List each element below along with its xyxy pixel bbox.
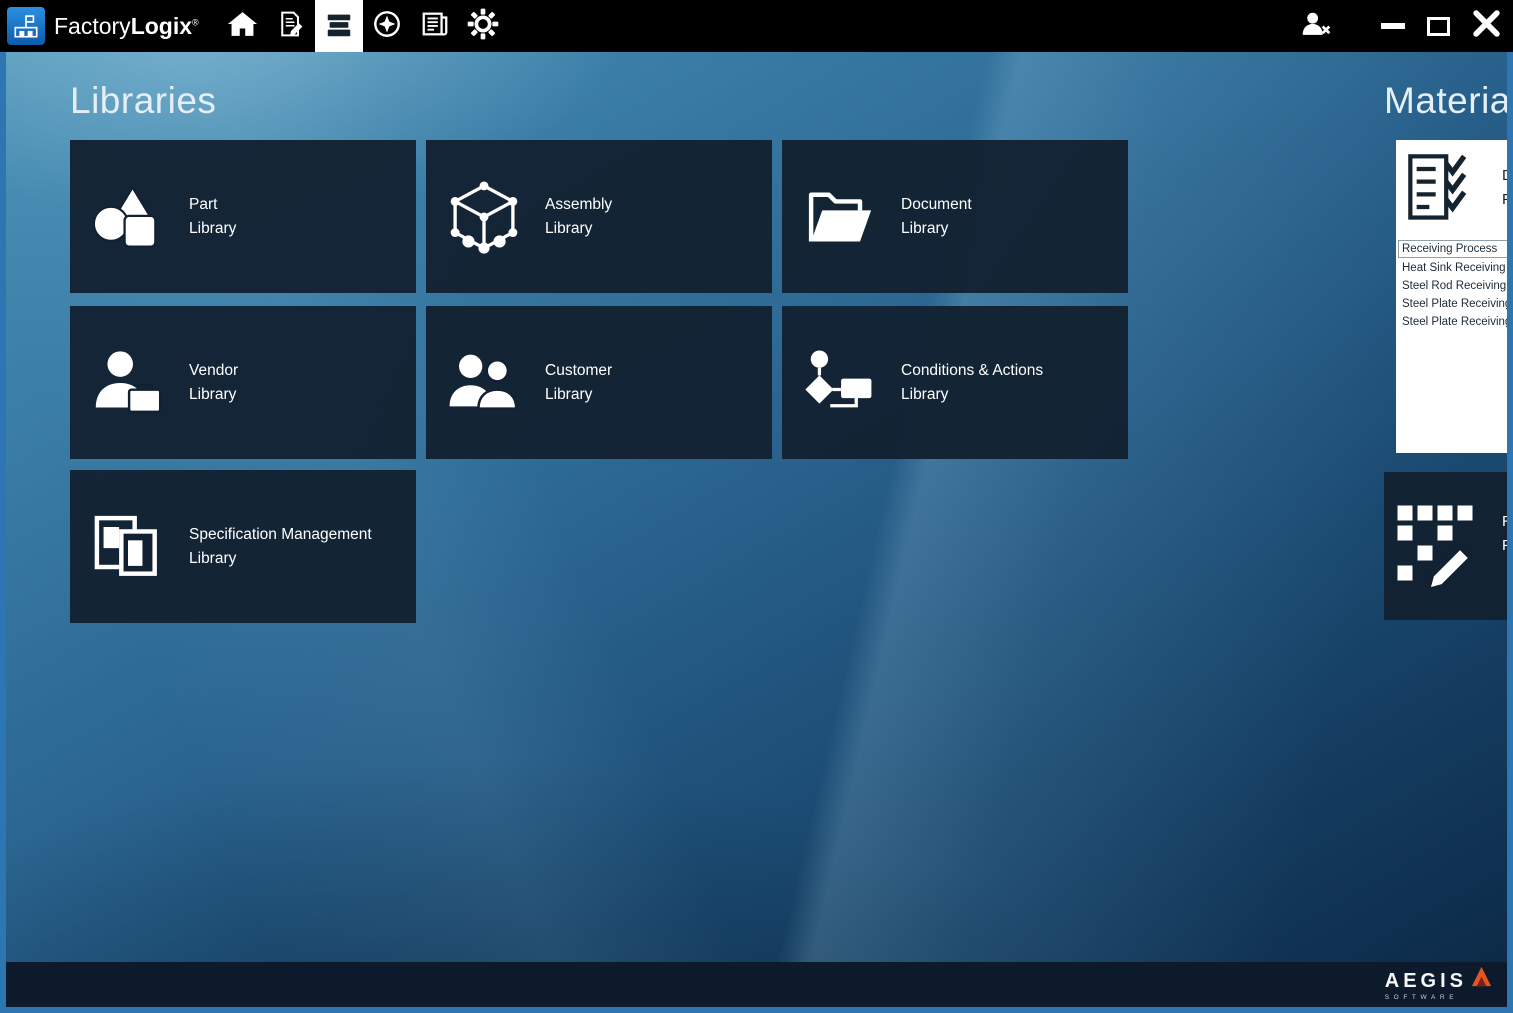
content-area: Libraries Materia Part Library	[0, 52, 1513, 1013]
flowchart-icon	[796, 339, 884, 427]
list-item[interactable]: Steel Plate Receiving	[1398, 294, 1512, 312]
window-controls	[1301, 0, 1501, 52]
tile-label: Vendor Library	[189, 359, 238, 407]
tile-part-library[interactable]: Part Library	[70, 140, 416, 293]
tile-vendor-library[interactable]: Vendor Library	[70, 306, 416, 459]
receiving-tile-header: D P	[1396, 140, 1513, 240]
customers-people-icon	[440, 339, 528, 427]
newspaper-icon	[420, 9, 450, 44]
aegis-logo: AEGIS SOFTWARE	[1385, 965, 1493, 1001]
schedule-tile-label: R P	[1502, 510, 1513, 558]
list-item[interactable]: Steel Rod Receiving	[1398, 276, 1512, 294]
list-item[interactable]: Steel Plate Receiving	[1398, 312, 1512, 330]
receiving-schedule-tile[interactable]: R P	[1384, 472, 1513, 620]
footer-bar: AEGIS SOFTWARE	[6, 962, 1507, 1007]
process-list-header[interactable]: Receiving Process	[1398, 240, 1512, 258]
tile-specification-management-library[interactable]: Specification Management Library	[70, 470, 416, 623]
vendor-person-icon	[84, 339, 172, 427]
logoff-user-icon	[1301, 10, 1331, 43]
tile-label: Specification Management Library	[189, 523, 372, 571]
minimize-icon	[1381, 23, 1405, 29]
tile-conditions-actions-library[interactable]: Conditions & Actions Library	[782, 306, 1128, 459]
nav-settings-button[interactable]	[459, 0, 507, 52]
main-navigation	[219, 0, 507, 52]
tile-label: Conditions & Actions Library	[901, 359, 1043, 407]
gear-icon	[467, 8, 499, 45]
titlebar: FactoryLogix®	[0, 0, 1513, 52]
list-item[interactable]: Heat Sink Receiving	[1398, 258, 1512, 276]
brand-regular: Factory	[54, 13, 131, 39]
folder-icon	[796, 173, 884, 261]
brand-bold: Logix	[131, 13, 192, 39]
factorylogix-logo-icon	[7, 7, 45, 45]
nav-home-button[interactable]	[219, 0, 267, 52]
checklist-icon	[1404, 150, 1480, 231]
nav-reports-button[interactable]	[411, 0, 459, 52]
assembly-cube-icon	[440, 173, 528, 261]
compass-icon	[372, 9, 402, 44]
part-shapes-icon	[84, 173, 172, 261]
tile-document-library[interactable]: Document Library	[782, 140, 1128, 293]
library-icon	[324, 9, 354, 44]
factorylogix-window: FactoryLogix®	[0, 0, 1513, 1013]
receiving-process-tile[interactable]: D P Receiving Process Heat Sink Receivin…	[1396, 140, 1513, 453]
minimize-button[interactable]	[1381, 23, 1405, 29]
close-icon	[1472, 9, 1501, 43]
nav-libraries-button[interactable]	[315, 0, 363, 52]
materials-heading: Materia	[1384, 80, 1511, 122]
logoff-button[interactable]	[1301, 10, 1331, 43]
maximize-button[interactable]	[1427, 17, 1450, 36]
specification-windows-icon	[84, 503, 172, 591]
home-icon	[227, 10, 258, 43]
nav-definitions-button[interactable]	[267, 0, 315, 52]
brand-registered-mark: ®	[192, 17, 199, 27]
document-edit-icon	[277, 10, 305, 43]
nav-production-button[interactable]	[363, 0, 411, 52]
tile-label: Assembly Library	[545, 193, 612, 241]
calendar-pencil-icon	[1390, 498, 1480, 593]
tile-customer-library[interactable]: Customer Library	[426, 306, 772, 459]
receiving-process-list: Receiving Process Heat Sink Receiving St…	[1398, 240, 1512, 330]
app-title: FactoryLogix®	[54, 13, 199, 40]
tile-label: Document Library	[901, 193, 972, 241]
aegis-brand-text: AEGIS	[1385, 970, 1467, 993]
aegis-tagline: SOFTWARE	[1385, 994, 1458, 1001]
receiving-tile-label: D P	[1502, 164, 1513, 212]
tile-label: Customer Library	[545, 359, 612, 407]
libraries-heading: Libraries	[70, 80, 216, 122]
close-button[interactable]	[1472, 9, 1501, 43]
maximize-icon	[1427, 17, 1450, 36]
tile-assembly-library[interactable]: Assembly Library	[426, 140, 772, 293]
tile-label: Part Library	[189, 193, 236, 241]
aegis-triangle-icon	[1467, 965, 1493, 993]
